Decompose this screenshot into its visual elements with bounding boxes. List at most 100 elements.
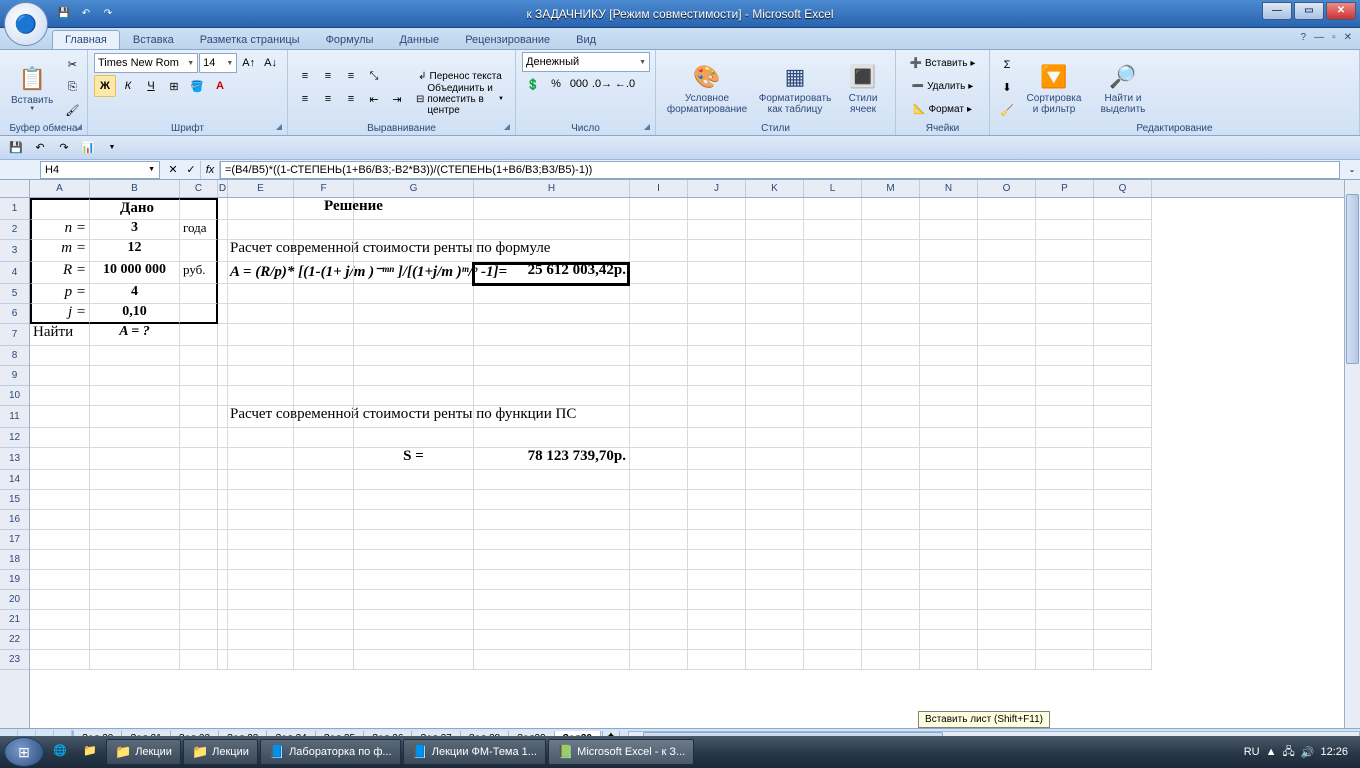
cell[interactable] <box>630 490 688 510</box>
cell[interactable] <box>746 530 804 550</box>
cell[interactable] <box>688 590 746 610</box>
cell[interactable] <box>630 198 688 220</box>
cell[interactable]: 0,10 <box>90 304 180 324</box>
select-all-corner[interactable] <box>0 180 29 198</box>
close-button[interactable]: ✕ <box>1326 2 1356 20</box>
cell[interactable] <box>30 406 90 428</box>
cell[interactable] <box>746 262 804 284</box>
cell[interactable] <box>804 386 862 406</box>
taskbar-item[interactable]: 📗Microsoft Excel - к З... <box>548 739 694 765</box>
cell[interactable] <box>862 428 920 448</box>
cell[interactable] <box>862 366 920 386</box>
clock[interactable]: 12:26 <box>1320 746 1348 758</box>
cell[interactable] <box>978 630 1036 650</box>
cell[interactable] <box>354 610 474 630</box>
taskbar-item[interactable]: 📁Лекции <box>183 739 258 765</box>
cell[interactable] <box>1036 284 1094 304</box>
cell[interactable] <box>978 262 1036 284</box>
cell[interactable] <box>978 448 1036 470</box>
cell[interactable] <box>90 448 180 470</box>
undo-icon[interactable]: ↶ <box>30 139 50 157</box>
cell[interactable] <box>474 470 630 490</box>
doc-close-icon[interactable]: ✕ <box>1344 32 1352 43</box>
cell[interactable] <box>294 366 354 386</box>
cell[interactable] <box>920 490 978 510</box>
cell[interactable] <box>180 650 218 670</box>
cell[interactable] <box>354 220 474 240</box>
tab-review[interactable]: Рецензирование <box>452 30 563 49</box>
cell[interactable] <box>1036 590 1094 610</box>
cell[interactable] <box>354 324 474 346</box>
col-header[interactable]: L <box>804 180 862 197</box>
cell[interactable] <box>1094 448 1152 470</box>
cell[interactable] <box>862 262 920 284</box>
col-header[interactable]: B <box>90 180 180 197</box>
cell[interactable]: A = (R/p)* [(1-(1+ j/m )⁻ᵐⁿ ]/[(1+j/m )ᵐ… <box>228 262 294 284</box>
cell[interactable] <box>746 630 804 650</box>
cell[interactable]: Дано <box>90 198 180 220</box>
cell[interactable] <box>218 428 228 448</box>
cell[interactable] <box>218 650 228 670</box>
cell[interactable] <box>920 198 978 220</box>
cell[interactable] <box>804 324 862 346</box>
cell[interactable] <box>746 550 804 570</box>
cell[interactable]: руб. <box>180 262 218 284</box>
save-icon[interactable]: 💾 <box>6 139 26 157</box>
underline-button[interactable]: Ч <box>140 75 162 97</box>
cell[interactable] <box>354 530 474 550</box>
col-header[interactable]: J <box>688 180 746 197</box>
cell[interactable]: Решение <box>354 198 474 220</box>
cell[interactable] <box>920 324 978 346</box>
expand-formula-icon[interactable]: ⌄ <box>1344 165 1360 174</box>
cell[interactable] <box>90 386 180 406</box>
cell[interactable] <box>228 346 294 366</box>
cell[interactable] <box>354 262 474 284</box>
cell[interactable] <box>474 220 630 240</box>
row-header[interactable]: 22 <box>0 630 29 650</box>
cell[interactable] <box>90 346 180 366</box>
cell[interactable] <box>228 630 294 650</box>
cell[interactable] <box>630 650 688 670</box>
cell[interactable] <box>90 550 180 570</box>
cell[interactable] <box>920 220 978 240</box>
cell[interactable] <box>920 570 978 590</box>
cell[interactable] <box>180 406 218 428</box>
cell[interactable] <box>630 240 688 262</box>
taskbar-item[interactable]: 📘Лекции ФМ-Тема 1... <box>403 739 546 765</box>
cell[interactable] <box>688 610 746 630</box>
cell[interactable] <box>180 570 218 590</box>
borders-button[interactable]: ⊞ <box>163 75 185 97</box>
cell[interactable] <box>978 610 1036 630</box>
fill-color-button[interactable]: 🪣 <box>186 75 208 97</box>
cell[interactable] <box>804 240 862 262</box>
office-button[interactable]: 🔵 <box>4 2 48 46</box>
cell[interactable] <box>180 366 218 386</box>
cell[interactable] <box>688 386 746 406</box>
cell[interactable] <box>218 406 228 428</box>
cell[interactable] <box>862 406 920 428</box>
cell[interactable] <box>688 262 746 284</box>
delete-cells-button[interactable]: ➖ Удалить ▸ <box>907 75 979 97</box>
pin-explorer-icon[interactable]: 📁 <box>76 739 104 765</box>
percent-button[interactable]: % <box>545 73 567 95</box>
cell[interactable] <box>688 346 746 366</box>
cell[interactable] <box>1036 262 1094 284</box>
cell[interactable] <box>1094 490 1152 510</box>
cell[interactable]: года <box>180 220 218 240</box>
cell[interactable] <box>746 610 804 630</box>
cell[interactable] <box>228 550 294 570</box>
cell[interactable] <box>354 650 474 670</box>
align-left-button[interactable]: ≡ <box>294 88 316 110</box>
cell[interactable] <box>180 324 218 346</box>
cell[interactable] <box>804 490 862 510</box>
cell[interactable] <box>978 346 1036 366</box>
cell[interactable] <box>228 428 294 448</box>
cell[interactable] <box>746 406 804 428</box>
sort-filter-button[interactable]: 🔽Сортировка и фильтр <box>1021 58 1087 118</box>
cell[interactable] <box>30 650 90 670</box>
start-button[interactable]: ⊞ <box>4 737 44 767</box>
cell[interactable] <box>228 220 294 240</box>
cell[interactable] <box>90 406 180 428</box>
cell[interactable] <box>228 530 294 550</box>
cell[interactable] <box>1094 590 1152 610</box>
